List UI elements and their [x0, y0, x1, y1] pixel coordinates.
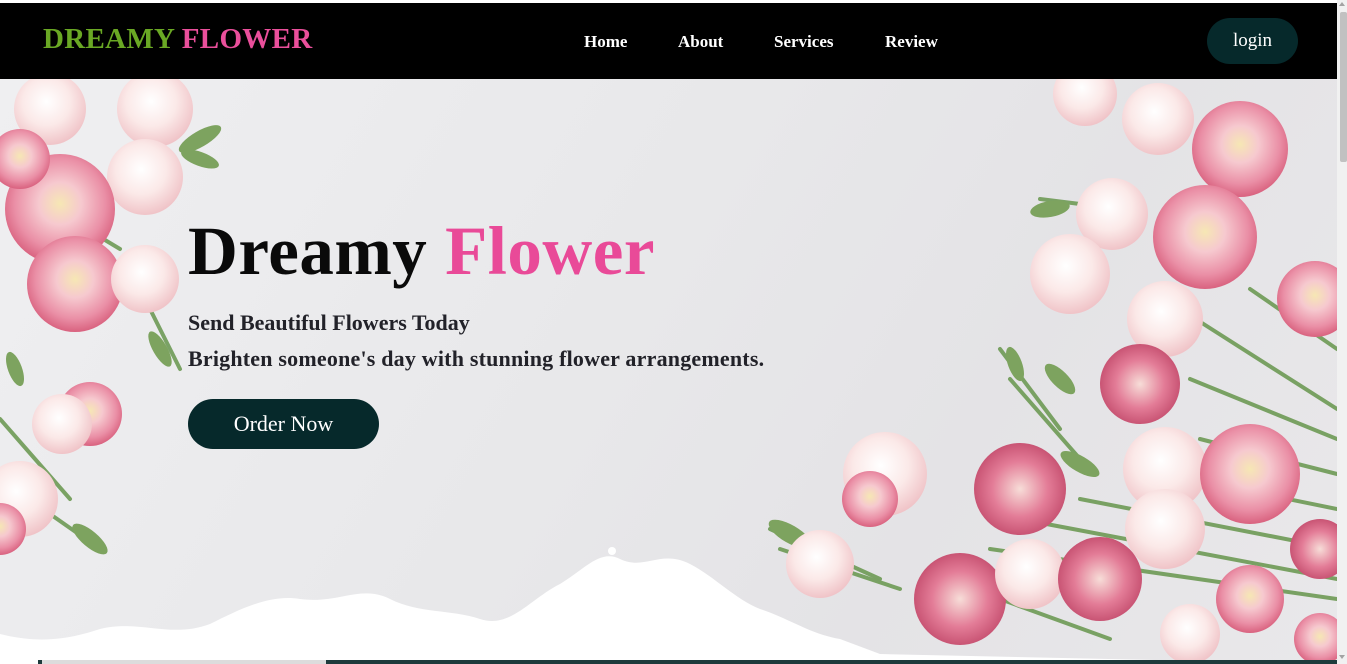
nav-review[interactable]: Review	[885, 32, 938, 52]
hero-subtitle-2: Brighten someone's day with stunning flo…	[188, 346, 765, 371]
navbar: DREAMY FLOWER Home About Services Review…	[0, 3, 1337, 79]
order-now-button[interactable]: Order Now	[188, 399, 379, 449]
scrollbar-thumb[interactable]	[1340, 12, 1347, 162]
scroll-down-arrow-icon[interactable]	[1339, 655, 1345, 659]
hero-title-dreamy: Dreamy	[188, 213, 428, 289]
login-button[interactable]: login	[1207, 18, 1298, 64]
nav-home[interactable]: Home	[584, 32, 627, 52]
hero-title-flower: Flower	[445, 213, 655, 289]
brand-part-flower: FLOWER	[181, 23, 313, 55]
hero-section: Dreamy Flower Send Beautiful Flowers Tod…	[0, 79, 1337, 664]
nav-services[interactable]: Services	[774, 32, 833, 52]
hero-subtitle-1: Send Beautiful Flowers Today	[188, 310, 470, 335]
brand-logo[interactable]: DREAMY FLOWER	[43, 23, 312, 56]
bottom-strip	[0, 660, 1337, 664]
hero-title: Dreamy Flower	[188, 212, 655, 291]
scroll-up-arrow-icon[interactable]	[1339, 2, 1345, 6]
brand-part-dreamy: DREAMY	[43, 23, 175, 55]
nav-about[interactable]: About	[678, 32, 723, 52]
